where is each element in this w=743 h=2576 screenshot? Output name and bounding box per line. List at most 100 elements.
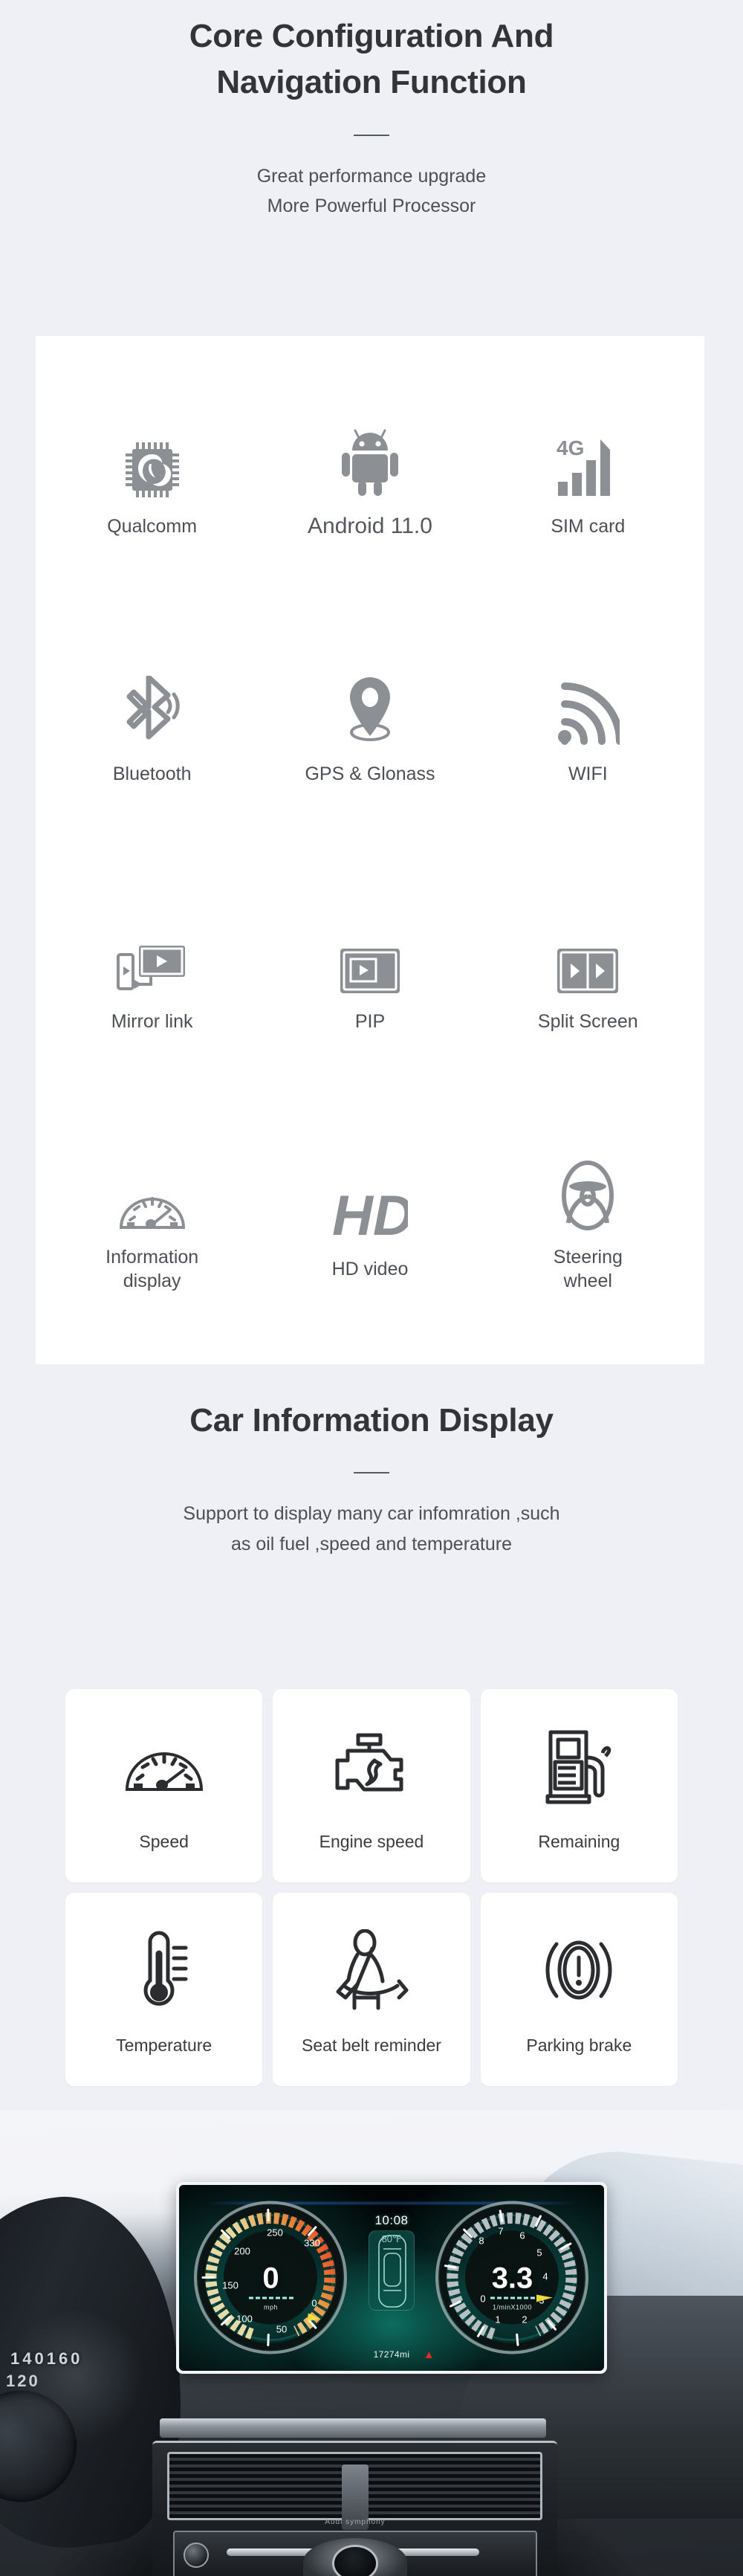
dashboard-trim-strip — [160, 2418, 546, 2438]
feature-label: Steering wheel — [553, 1246, 623, 1291]
page-title: Core Configuration And Navigation Functi… — [0, 13, 743, 106]
info-card-label: Engine speed — [319, 1831, 424, 1851]
page-subtitle: Great performance upgrade More Powerful … — [0, 161, 743, 222]
picture-in-picture-icon — [339, 914, 401, 995]
instrument-cluster-numbers-2: 120 — [6, 2372, 40, 2390]
svg-text:4G: 4G — [557, 436, 584, 459]
page-title-line1: Core Configuration And — [189, 18, 554, 54]
gauge-dial-icon — [118, 1150, 186, 1230]
feature-label: WIFI — [568, 764, 608, 785]
air-vent-grill — [167, 2452, 542, 2530]
feature-item-steering-wheel[interactable]: Steering wheel — [479, 1097, 697, 1345]
car-info-card-grid: Speed Engine speed Remaining Temperature… — [65, 1689, 678, 2086]
steering-wheel-icon — [562, 1150, 614, 1230]
qualcomm-chip-icon — [123, 419, 181, 500]
feature-label: SIM card — [551, 516, 626, 538]
speed-gauge: 0 50 100 150 200 250 330 0 mph — [191, 2198, 351, 2358]
title-divider — [354, 134, 389, 136]
rpm-value-underline — [490, 2296, 535, 2299]
split-screen-icon — [556, 914, 620, 995]
rpm-value: 3.3 — [491, 2262, 533, 2295]
info-card-label: Seat belt reminder — [302, 2035, 441, 2055]
feature-item-hd-video[interactable]: HD HD video — [261, 1097, 478, 1345]
center-console: Audi symphony — [152, 2441, 557, 2576]
hd-video-icon: HD — [332, 1162, 408, 1242]
cluster-screen-content: 10:08 80℉ — [179, 2185, 604, 2371]
map-pin-icon — [341, 667, 399, 747]
mirror-link-icon — [116, 914, 188, 995]
feature-item-split-screen[interactable]: Split Screen — [479, 850, 697, 1098]
promo-page: Core Configuration And Navigation Functi… — [0, 0, 743, 2576]
feature-item-sim-card[interactable]: 4G SIM card — [479, 355, 697, 603]
feature-label: Bluetooth — [112, 764, 192, 785]
wifi-icon — [556, 667, 620, 747]
signal-bars-4g-icon: 4G — [555, 419, 620, 500]
feature-item-pip[interactable]: PIP — [261, 850, 478, 1098]
feature-panel: Qualcomm Android 11.0 4G SIM card Blueto… — [36, 336, 704, 1364]
section2-title: Car Information Display — [189, 1402, 554, 1439]
seat-belt-warning-icon: ▲ — [423, 2349, 435, 2362]
rpm-tick-2: 2 — [522, 2314, 527, 2325]
odometer-reading: 17274mi — [373, 2349, 410, 2360]
feature-label: Split Screen — [537, 1010, 638, 1032]
feature-item-qualcomm[interactable]: Qualcomm — [43, 355, 261, 603]
feature-label: Qualcomm — [107, 516, 198, 538]
rpm-tick-7: 7 — [498, 2226, 503, 2237]
info-card-speed[interactable]: Speed — [65, 1689, 263, 1882]
instrument-cluster-numbers: 140160 — [10, 2349, 83, 2368]
digital-cluster-screen[interactable]: 10:08 80℉ — [176, 2182, 607, 2374]
svg-text:HD: HD — [332, 1189, 408, 1242]
rpm-tick-8: 8 — [478, 2236, 484, 2247]
page-subtitle-line1: Great performance upgrade — [256, 165, 487, 187]
feature-label: GPS & Glonass — [305, 764, 435, 785]
car-information-header: Car Information Display Support to displ… — [0, 1398, 743, 1559]
speedometer-icon — [123, 1720, 205, 1812]
android-robot-icon — [340, 417, 400, 497]
fuel-pump-icon — [545, 1720, 613, 1812]
speed-value: 0 — [262, 2262, 279, 2295]
feature-item-mirror-link[interactable]: Mirror link — [43, 850, 261, 1098]
feature-label: PIP — [354, 1010, 386, 1032]
car-top-view-graphic — [369, 2230, 415, 2311]
info-card-label: Speed — [139, 1831, 189, 1851]
feature-item-gps[interactable]: GPS & Glonass — [261, 603, 478, 850]
feature-grid: Qualcomm Android 11.0 4G SIM card Blueto… — [36, 336, 704, 1364]
feature-label: HD video — [331, 1258, 409, 1279]
feature-item-wifi[interactable]: WIFI — [479, 603, 697, 850]
info-card-seat-belt-reminder[interactable]: Seat belt reminder — [273, 1893, 470, 2086]
speed-tick-250: 250 — [267, 2227, 283, 2238]
info-card-parking-brake[interactable]: Parking brake — [480, 1893, 678, 2086]
speed-unit: mph — [263, 2303, 278, 2311]
head-unit-volume-knob[interactable] — [184, 2543, 209, 2568]
rpm-gauge: 0 1 2 3 4 5 6 7 8 3.3 1/minX1000 — [432, 2198, 592, 2358]
rpm-tick-6: 6 — [519, 2230, 525, 2241]
feature-item-android[interactable]: Android 11.0 — [261, 355, 478, 603]
feature-item-information-display[interactable]: Information display — [43, 1097, 261, 1345]
info-card-temperature[interactable]: Temperature — [65, 1893, 263, 2086]
section2-subtitle-line1: Support to display many car infomration … — [183, 1503, 560, 1525]
engine-check-icon — [333, 1720, 410, 1812]
info-card-engine-speed[interactable]: Engine speed — [273, 1689, 470, 1882]
info-card-label: Remaining — [538, 1831, 620, 1851]
speed-tick-50: 50 — [276, 2324, 287, 2335]
speed-value-underline — [248, 2296, 293, 2299]
page-title-line2: Navigation Function — [216, 64, 527, 101]
rpm-tick-5: 5 — [536, 2247, 542, 2259]
seat-belt-icon — [332, 1924, 411, 2016]
info-card-remaining[interactable]: Remaining — [480, 1689, 678, 1882]
rpm-tick-1: 1 — [495, 2314, 500, 2325]
page-subtitle-line2: More Powerful Processor — [267, 196, 476, 217]
feature-item-bluetooth[interactable]: Bluetooth — [43, 603, 261, 850]
info-card-label: Parking brake — [526, 2035, 632, 2055]
speed-tick-200: 200 — [234, 2246, 250, 2257]
section2-divider — [354, 1472, 389, 1474]
parking-brake-icon — [540, 1924, 617, 2016]
core-config-header: Core Configuration And Navigation Functi… — [0, 13, 743, 222]
section2-subtitle-line2: as oil fuel ,speed and temperature — [230, 1533, 512, 1555]
info-card-label: Temperature — [116, 2035, 212, 2055]
rpm-unit: 1/minX1000 — [492, 2303, 533, 2311]
speed-tick-330: 330 — [304, 2238, 320, 2249]
speed-tick-100: 100 — [236, 2314, 253, 2325]
feature-label: Mirror link — [111, 1010, 193, 1032]
section2-subtitle: Support to display many car infomration … — [0, 1499, 743, 1559]
